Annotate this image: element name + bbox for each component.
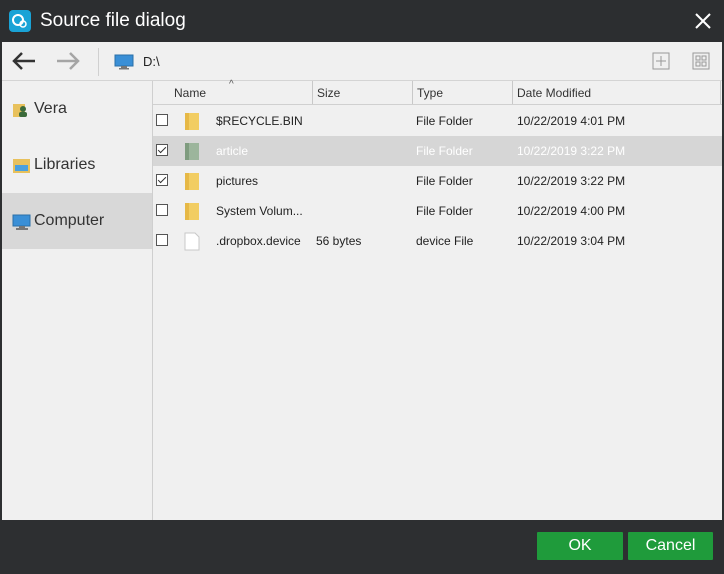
user-folder-icon (12, 101, 30, 124)
new-folder-icon[interactable] (652, 52, 670, 70)
column-header-date-modified[interactable]: Date Modified (513, 81, 721, 104)
forward-arrow-icon[interactable] (54, 50, 82, 72)
column-header-type[interactable]: Type (413, 81, 513, 104)
dialog-footer: OK Cancel (0, 520, 724, 574)
sidebar-item-libraries[interactable]: Libraries (2, 137, 152, 193)
file-name: $RECYCLE.BIN (216, 114, 303, 128)
column-header-size[interactable]: Size (313, 81, 413, 104)
table-row[interactable]: $RECYCLE.BIN File Folder 10/22/2019 4:01… (153, 106, 722, 136)
toolbar-divider (98, 48, 99, 76)
file-name: .dropbox.device (216, 234, 301, 248)
table-row[interactable]: pictures File Folder 10/22/2019 3:22 PM (153, 166, 722, 196)
folder-icon (184, 112, 200, 136)
file-type: File Folder (416, 174, 473, 188)
row-checkbox[interactable] (156, 114, 168, 126)
table-row[interactable]: System Volum... File Folder 10/22/2019 4… (153, 196, 722, 226)
close-icon[interactable] (692, 10, 714, 32)
sidebar-item-label: Computer (34, 212, 105, 229)
file-list: Name ^ Size Type Date Modified $RECYCLE.… (153, 79, 722, 520)
back-arrow-icon[interactable] (10, 50, 38, 72)
computer-icon (114, 54, 134, 75)
file-list-header: Name ^ Size Type Date Modified (153, 79, 722, 105)
file-type: device File (416, 234, 474, 248)
toolbar: D:\ (2, 42, 722, 81)
sidebar-item-computer[interactable]: Computer (2, 193, 152, 249)
row-checkbox[interactable] (156, 204, 168, 216)
current-path[interactable]: D:\ (143, 54, 160, 69)
column-header-name[interactable]: Name ^ (153, 79, 313, 104)
sidebar-item-vera[interactable]: Vera (2, 81, 152, 137)
file-size: 56 bytes (316, 234, 362, 248)
row-checkbox[interactable] (156, 234, 168, 246)
file-type: File Folder (416, 204, 473, 218)
sidebar-item-label: Libraries (34, 156, 96, 173)
libraries-icon (12, 157, 32, 180)
cancel-button[interactable]: Cancel (628, 532, 713, 560)
sidebar-item-label: Vera (34, 100, 67, 117)
table-row[interactable]: article File Folder 10/22/2019 3:22 PM (153, 136, 722, 166)
sidebar: Vera Libraries Computer (2, 81, 153, 520)
file-icon (184, 232, 200, 256)
app-logo-icon (9, 10, 31, 32)
file-name: System Volum... (216, 204, 303, 218)
title-bar: Source file dialog (0, 0, 724, 42)
file-date-modified: 10/22/2019 3:22 PM (517, 144, 626, 158)
ok-button[interactable]: OK (537, 532, 623, 560)
file-date-modified: 10/22/2019 4:00 PM (517, 204, 626, 218)
file-date-modified: 10/22/2019 3:04 PM (517, 234, 626, 248)
folder-icon (184, 172, 200, 196)
source-file-dialog: Source file dialog D:\ Vera Libraries Co… (0, 0, 724, 574)
computer-icon (12, 213, 32, 236)
table-row[interactable]: .dropbox.device 56 bytes device File 10/… (153, 226, 722, 256)
folder-icon (184, 142, 200, 166)
dialog-title: Source file dialog (40, 10, 186, 31)
row-checkbox[interactable] (156, 174, 168, 186)
row-checkbox[interactable] (156, 144, 168, 156)
sort-ascending-icon: ^ (229, 79, 234, 90)
file-name: pictures (216, 174, 259, 188)
view-mode-icon[interactable] (692, 52, 710, 70)
file-date-modified: 10/22/2019 4:01 PM (517, 114, 626, 128)
file-type: File Folder (416, 144, 473, 158)
file-type: File Folder (416, 114, 473, 128)
folder-icon (184, 202, 200, 226)
file-name: article (216, 144, 249, 158)
file-date-modified: 10/22/2019 3:22 PM (517, 174, 626, 188)
